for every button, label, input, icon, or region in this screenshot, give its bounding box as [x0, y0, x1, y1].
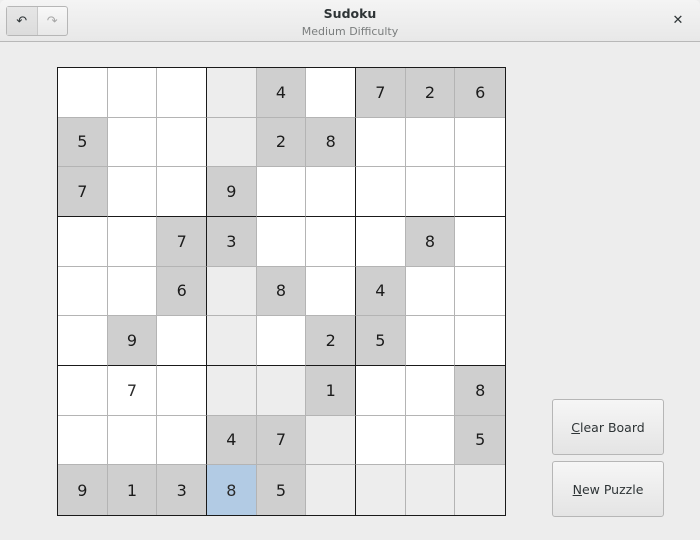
board-cell[interactable]: 4: [207, 415, 257, 466]
board-cell[interactable]: 7: [256, 415, 307, 466]
board-cell[interactable]: 9: [58, 465, 108, 515]
board-cell[interactable]: [207, 117, 257, 168]
board-cell[interactable]: [157, 167, 207, 217]
new-puzzle-button[interactable]: New Puzzle: [552, 461, 664, 517]
board-cell[interactable]: [356, 217, 406, 267]
board-cell[interactable]: [58, 68, 108, 118]
board-cell[interactable]: [157, 68, 207, 118]
board-cell[interactable]: [107, 117, 158, 168]
board-cell[interactable]: [157, 366, 207, 416]
board-cell[interactable]: [107, 217, 158, 267]
board-cell[interactable]: 8: [455, 366, 505, 416]
board-cell[interactable]: 7: [107, 366, 158, 416]
board-cell[interactable]: 6: [455, 68, 505, 118]
board-cell[interactable]: [58, 316, 108, 366]
board-cell[interactable]: 5: [356, 316, 406, 366]
sudoku-board: 47265287973868492571847591385: [57, 67, 506, 516]
selected-cell[interactable]: 8: [207, 465, 257, 515]
board-cell[interactable]: 3: [157, 465, 207, 515]
board-cell[interactable]: [306, 167, 356, 217]
board-cell[interactable]: [356, 415, 406, 466]
board-cell[interactable]: 7: [58, 167, 108, 217]
board-cell[interactable]: 7: [356, 68, 406, 118]
board-cell[interactable]: 8: [256, 266, 307, 317]
board-cell[interactable]: 4: [256, 68, 307, 118]
board-cell[interactable]: 2: [405, 68, 456, 118]
board-cell[interactable]: [356, 465, 406, 515]
board-cell[interactable]: 8: [306, 117, 356, 168]
board-cell[interactable]: 2: [306, 316, 356, 366]
clear-board-button[interactable]: Clear Board: [552, 399, 664, 455]
board-cell[interactable]: [455, 167, 505, 217]
board-cell[interactable]: 5: [58, 117, 108, 168]
board-cell[interactable]: 7: [157, 217, 207, 267]
board-cell[interactable]: [356, 167, 406, 217]
board-cell[interactable]: [157, 117, 207, 168]
board-cell[interactable]: 8: [405, 217, 456, 267]
board-cell[interactable]: [256, 217, 307, 267]
board-cell[interactable]: [256, 316, 307, 366]
board-cell[interactable]: 9: [107, 316, 158, 366]
board-cell[interactable]: [256, 366, 307, 416]
board-cell[interactable]: [306, 68, 356, 118]
board-cell[interactable]: [207, 316, 257, 366]
board-cell[interactable]: [58, 366, 108, 416]
board-cell[interactable]: [207, 68, 257, 118]
board-cell[interactable]: [207, 366, 257, 416]
window-title: Sudoku: [323, 6, 377, 21]
title-area: Sudoku Medium Difficulty: [0, 6, 700, 40]
board-cell[interactable]: [405, 117, 456, 168]
board-cell[interactable]: [455, 465, 505, 515]
board-cell[interactable]: [455, 266, 505, 317]
board-cell[interactable]: 5: [455, 415, 505, 466]
header-bar: ↶ ↷ Sudoku Medium Difficulty ✕: [0, 0, 700, 42]
board-cell[interactable]: 2: [256, 117, 307, 168]
new-puzzle-label: ew Puzzle: [581, 481, 644, 497]
board-cell[interactable]: 1: [107, 465, 158, 515]
board-cell[interactable]: [455, 117, 505, 168]
clear-board-label: lear Board: [580, 419, 645, 435]
board-cell[interactable]: [455, 217, 505, 267]
board-cell[interactable]: [207, 266, 257, 317]
board-cell[interactable]: [58, 266, 108, 317]
board-cell[interactable]: [107, 167, 158, 217]
board-cell[interactable]: [107, 68, 158, 118]
board-cell[interactable]: 1: [306, 366, 356, 416]
board-cell[interactable]: [405, 167, 456, 217]
clear-board-mnemonic: C: [571, 419, 581, 435]
board-cell[interactable]: [306, 217, 356, 267]
board-cell[interactable]: [356, 366, 406, 416]
board-cell[interactable]: 4: [356, 266, 406, 317]
board-cell[interactable]: 9: [207, 167, 257, 217]
board-cell[interactable]: [58, 415, 108, 466]
board-cell[interactable]: [405, 316, 456, 366]
board-cell[interactable]: [256, 167, 307, 217]
close-button[interactable]: ✕: [670, 12, 686, 28]
board-cell[interactable]: 5: [256, 465, 307, 515]
board-cell[interactable]: [356, 117, 406, 168]
window-subtitle: Medium Difficulty: [301, 25, 399, 38]
board-cell[interactable]: [157, 415, 207, 466]
board-cell[interactable]: [107, 266, 158, 317]
board-cell[interactable]: [306, 465, 356, 515]
close-icon: ✕: [672, 12, 684, 28]
board-cell[interactable]: [455, 316, 505, 366]
board-cell[interactable]: [405, 366, 456, 416]
board-cell[interactable]: [405, 415, 456, 466]
board-cell[interactable]: [405, 266, 456, 317]
board-cell[interactable]: [306, 415, 356, 466]
board-cell[interactable]: [306, 266, 356, 317]
board-cell[interactable]: [107, 415, 158, 466]
board-cell[interactable]: 3: [207, 217, 257, 267]
new-puzzle-mnemonic: N: [572, 481, 582, 497]
board-cell[interactable]: [58, 217, 108, 267]
board-cell[interactable]: [157, 316, 207, 366]
board-cell[interactable]: 6: [157, 266, 207, 317]
board-cell[interactable]: [405, 465, 456, 515]
